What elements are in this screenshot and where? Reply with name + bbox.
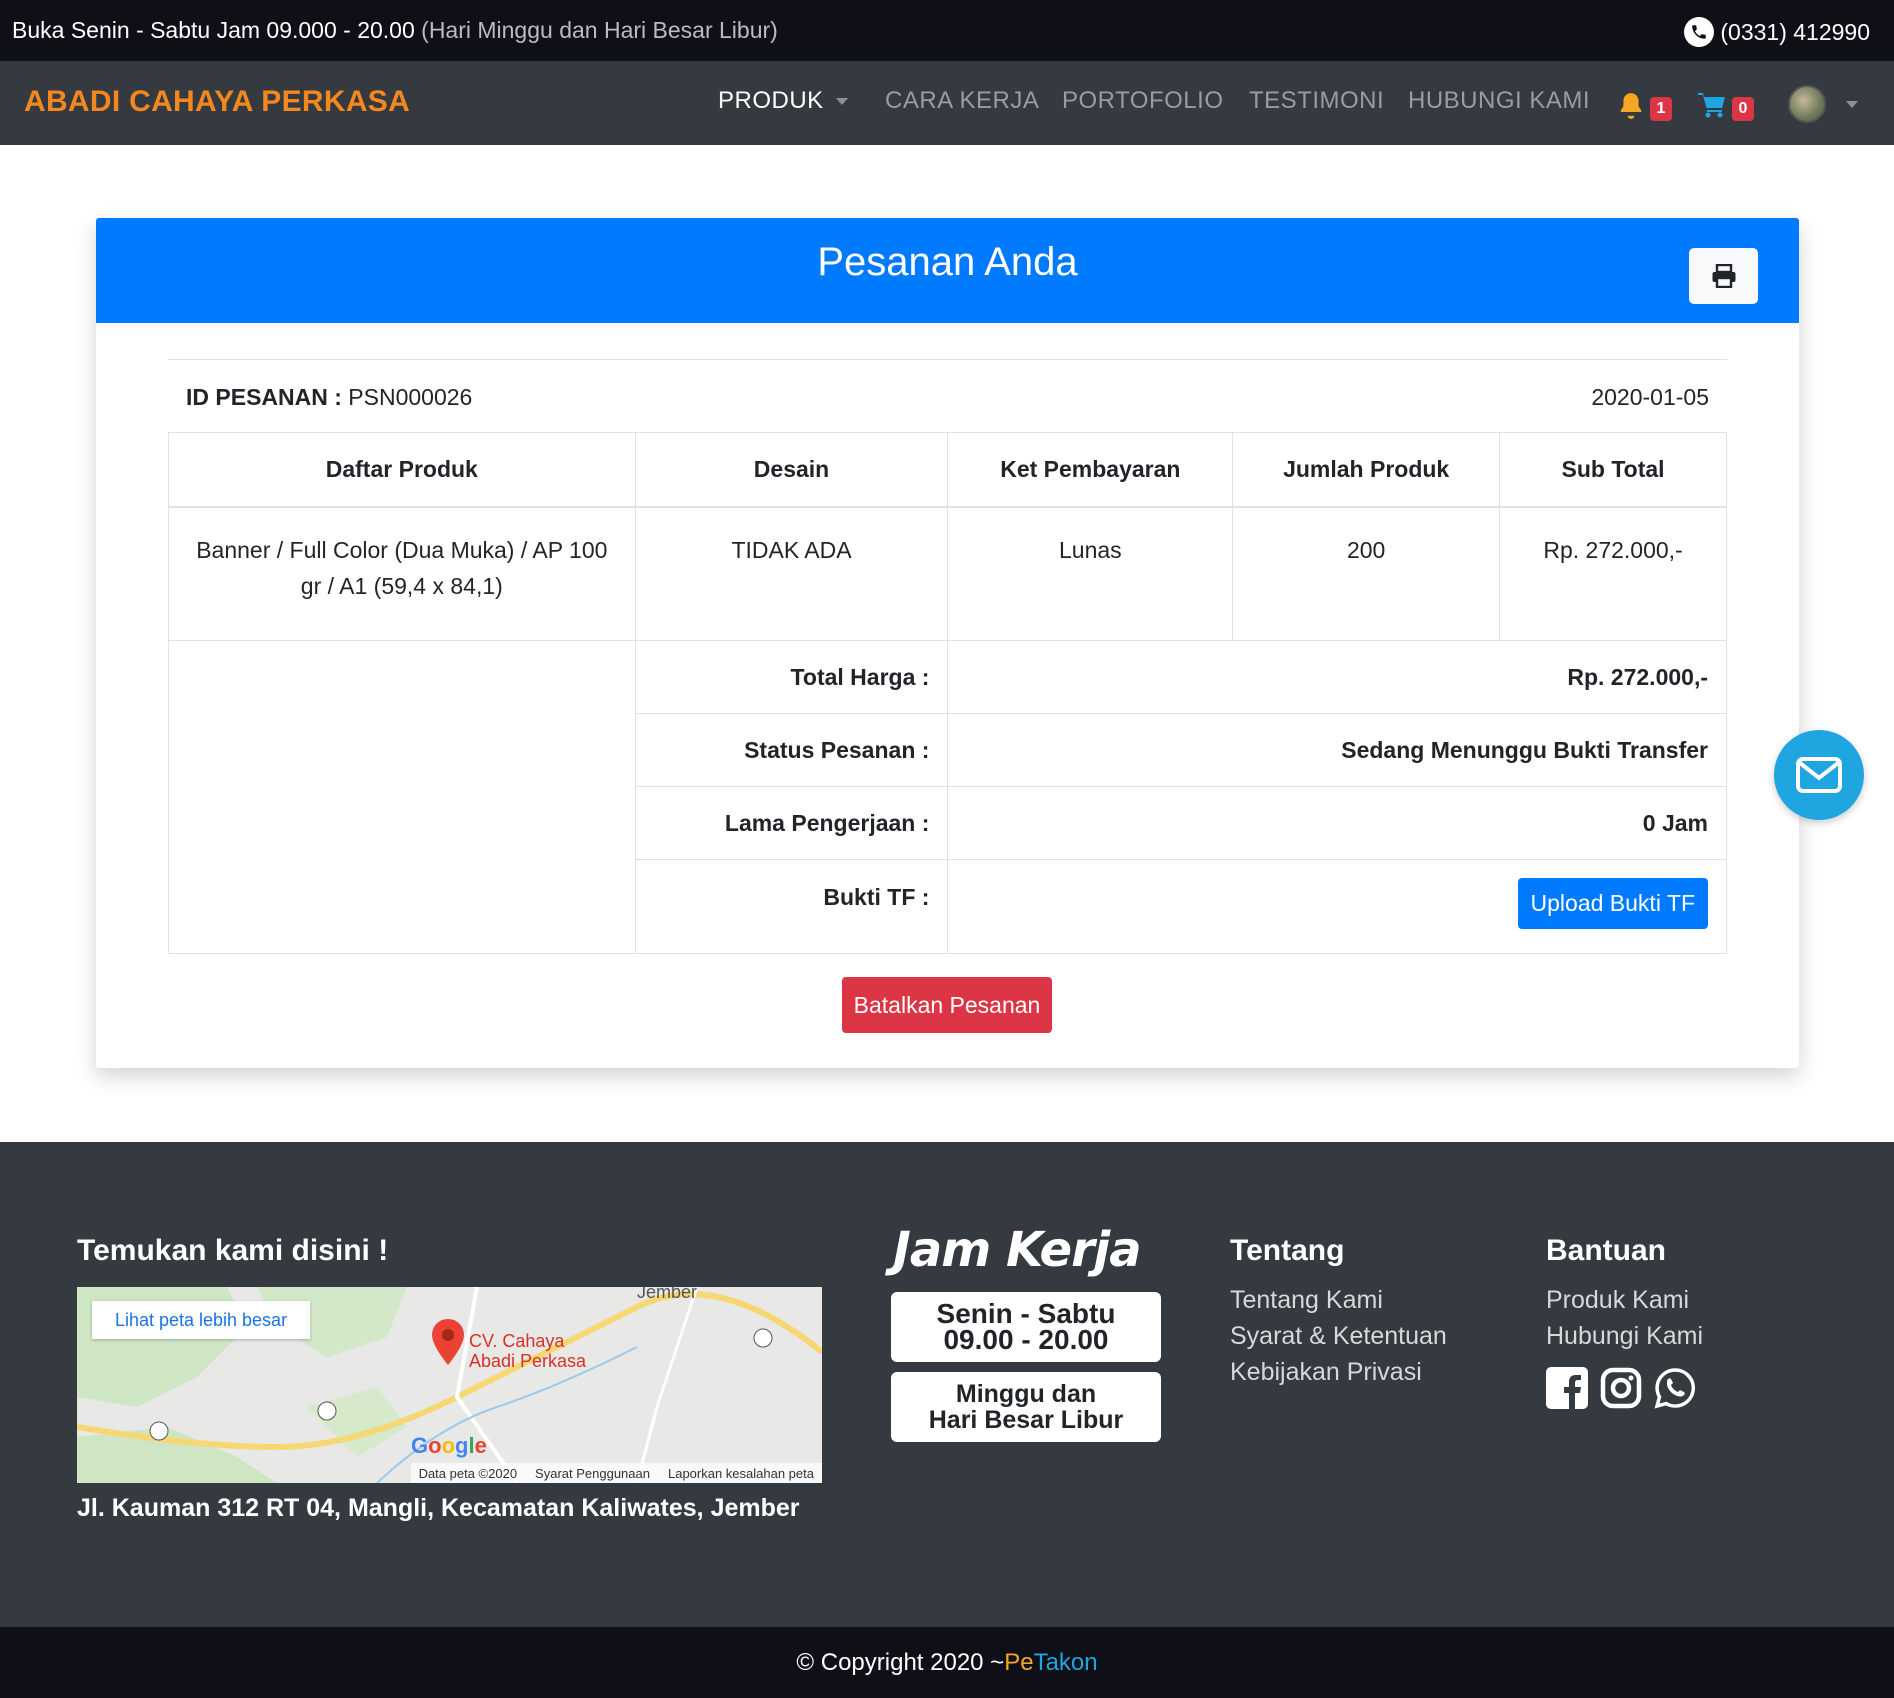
table-row: Banner / Full Color (Dua Muka) / AP 100 … (168, 506, 1727, 641)
map-place-line1: CV. Cahaya (469, 1331, 565, 1351)
chevron-down-icon (835, 98, 848, 106)
map-data-credit: Data peta ©2020 (418, 1465, 518, 1481)
status-value: Sedang Menunggu Bukti Transfer (947, 713, 1727, 787)
location-map[interactable]: Lihat peta lebih besar Jember CV. Cahaya… (77, 1287, 822, 1483)
brand-takon[interactable]: Takon (1034, 1649, 1098, 1677)
bell-icon[interactable] (1618, 91, 1644, 124)
working-hours-title: Jam Kerja (893, 1222, 1142, 1278)
cell-payment: Lunas (947, 506, 1234, 641)
total-value: Rp. 272.000,- (947, 640, 1727, 714)
cart-badge: 0 (1732, 97, 1754, 121)
contact-mail-button[interactable] (1774, 730, 1864, 820)
order-id-label: ID PESANAN : (186, 384, 342, 410)
cell-subtotal: Rp. 272.000,- (1499, 506, 1727, 641)
facebook-icon[interactable] (1546, 1367, 1588, 1409)
cell-design: TIDAK ADA (634, 506, 949, 641)
whatsapp-icon[interactable] (1654, 1367, 1696, 1409)
map-footer: Data peta ©2020 Syarat Penggunaan Lapork… (410, 1463, 822, 1483)
working-time: 09.00 - 20.00 (943, 1324, 1109, 1355)
nav-produk-label: PRODUK (718, 87, 824, 114)
summary-spacer (168, 640, 636, 954)
table-header-row: Daftar Produk Desain Ket Pembayaran Juml… (168, 432, 1727, 508)
proof-label: Bukti TF : (634, 859, 949, 954)
opening-hours: Buka Senin - Sabtu Jam 09.000 - 20.00 (H… (12, 17, 778, 44)
order-id-value: PSN000026 (348, 384, 473, 410)
map-city-label: Jember (637, 1287, 698, 1302)
holiday-notice: Minggu dan Hari Besar Libur (891, 1372, 1161, 1442)
footer-link-produk-kami[interactable]: Produk Kami (1546, 1286, 1689, 1315)
holiday-line1: Minggu dan (955, 1380, 1097, 1408)
map-pin-icon[interactable] (432, 1319, 464, 1365)
map-terms-link[interactable]: Syarat Penggunaan (535, 1466, 650, 1481)
column-header: Jumlah Produk (1232, 432, 1501, 508)
footer-link-kebijakan[interactable]: Kebijakan Privasi (1230, 1358, 1422, 1387)
map-place-line2: Abadi Perkasa (469, 1351, 587, 1371)
copyright-bar: © Copyright 2020 ~ Pe Takon (0, 1627, 1894, 1698)
working-hours-days: Senin - Sabtu 09.00 - 20.00 (891, 1292, 1161, 1362)
nav-cara-kerja[interactable]: CARA KERJA (885, 87, 1039, 115)
map-report-link[interactable]: Laporkan kesalahan peta (668, 1466, 814, 1481)
brand-logo[interactable]: ABADI CAHAYA PERKASA (24, 85, 410, 119)
nav-portofolio[interactable]: PORTOFOLIO (1062, 87, 1223, 115)
phone-number: (0331) 412990 (1720, 18, 1870, 45)
total-label: Total Harga : (634, 640, 949, 714)
main-navbar: ABADI CAHAYA PERKASA PRODUK CARA KERJA P… (0, 61, 1894, 145)
footer-address: Jl. Kauman 312 RT 04, Mangli, Kecamatan … (77, 1494, 800, 1522)
notification-badge: 1 (1650, 97, 1672, 121)
page-title: Pesanan Anda (817, 240, 1078, 284)
footer-link-syarat[interactable]: Syarat & Ketentuan (1230, 1322, 1447, 1351)
column-header: Daftar Produk (168, 432, 636, 508)
google-logo: Google (411, 1433, 487, 1458)
column-header: Sub Total (1499, 432, 1727, 508)
help-heading: Bantuan (1546, 1234, 1666, 1267)
cart-icon[interactable] (1697, 91, 1727, 124)
footer-link-tentang-kami[interactable]: Tentang Kami (1230, 1286, 1383, 1315)
larger-map-link[interactable]: Lihat peta lebih besar (92, 1301, 310, 1339)
about-heading: Tentang (1230, 1234, 1345, 1267)
map-place-label: CV. Cahaya Abadi Perkasa (469, 1331, 586, 1371)
divider (168, 359, 1727, 360)
opening-hours-main: Buka Senin - Sabtu Jam 09.000 - 20.00 (12, 17, 415, 43)
order-table: Daftar Produk Desain Ket Pembayaran Juml… (168, 432, 1727, 954)
duration-label: Lama Pengerjaan : (634, 786, 949, 860)
order-card-header: Pesanan Anda (96, 218, 1799, 323)
order-date: 2020-01-05 (1591, 384, 1709, 410)
mail-icon (1796, 757, 1842, 793)
cell-product: Banner / Full Color (Dua Muka) / AP 100 … (168, 506, 636, 641)
user-menu-chevron-icon[interactable] (1846, 101, 1858, 108)
user-avatar[interactable] (1788, 85, 1826, 123)
phone-contact[interactable]: (0331) 412990 (1684, 17, 1870, 47)
find-us-heading: Temukan kami disini ! (77, 1234, 389, 1267)
nav-produk[interactable]: PRODUK (718, 87, 848, 115)
print-button[interactable] (1689, 248, 1758, 304)
top-info-bar: Buka Senin - Sabtu Jam 09.000 - 20.00 (H… (0, 0, 1894, 61)
cancel-order-button[interactable]: Batalkan Pesanan (842, 977, 1052, 1033)
column-header: Desain (634, 432, 949, 508)
status-label: Status Pesanan : (634, 713, 949, 787)
nav-hubungi-kami[interactable]: HUBUNGI KAMI (1408, 87, 1590, 115)
instagram-icon[interactable] (1600, 1367, 1642, 1409)
upload-proof-button[interactable]: Upload Bukti TF (1517, 878, 1708, 929)
order-id: ID PESANAN : PSN000026 (186, 384, 472, 411)
proof-cell: Upload Bukti TF (947, 859, 1727, 954)
duration-value: 0 Jam (947, 786, 1727, 860)
opening-hours-note: (Hari Minggu dan Hari Besar Libur) (421, 17, 778, 43)
copyright-text: © Copyright 2020 ~ (796, 1648, 1005, 1676)
footer-link-hubungi-kami[interactable]: Hubungi Kami (1546, 1322, 1703, 1351)
nav-testimoni[interactable]: TESTIMONI (1249, 87, 1384, 115)
print-icon (1712, 264, 1735, 288)
cell-quantity: 200 (1232, 506, 1501, 641)
brand-pe[interactable]: Pe (1004, 1649, 1033, 1677)
footer: Temukan kami disini ! Lihat peta lebih b… (0, 1142, 1894, 1627)
phone-icon (1684, 17, 1715, 47)
holiday-line2: Hari Besar Libur (928, 1406, 1124, 1434)
order-card: Pesanan Anda ID PESANAN : PSN000026 2020… (96, 218, 1799, 1068)
summary-row-total: Total Harga : Rp. 272.000,- (168, 640, 1727, 954)
column-header: Ket Pembayaran (947, 432, 1234, 508)
